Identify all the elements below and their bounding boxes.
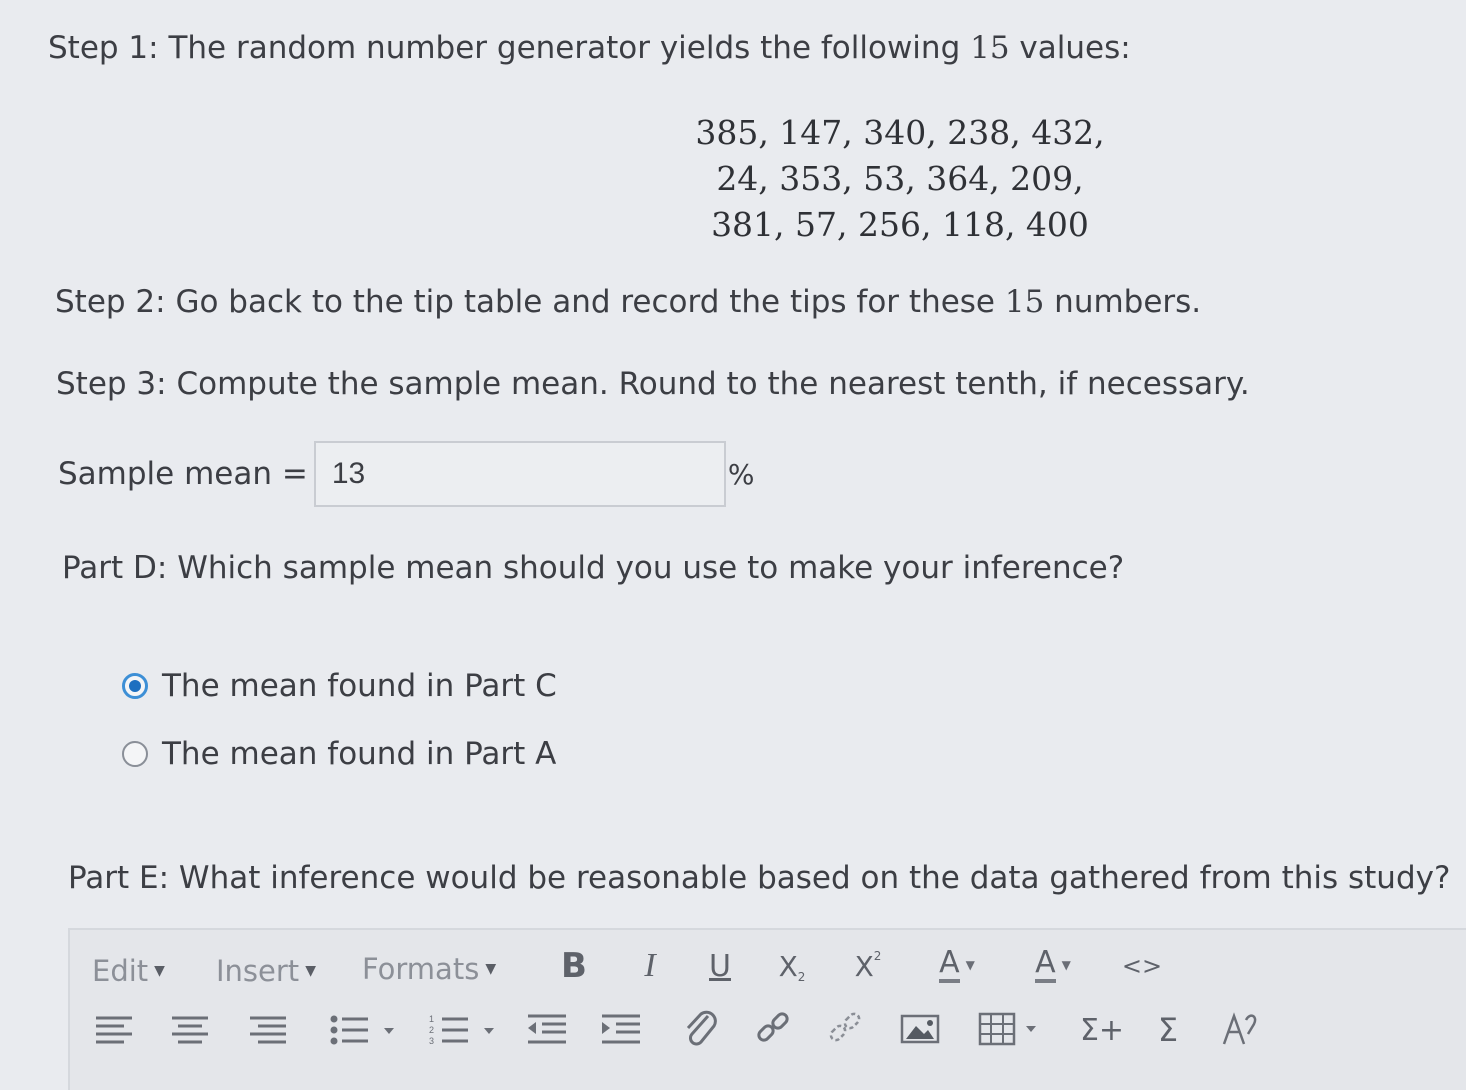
caret-down-icon: ▼: [965, 958, 975, 972]
step2-suffix: numbers.: [1044, 284, 1202, 320]
sample-mean-input[interactable]: [313, 441, 726, 507]
insert-menu[interactable]: Insert ▼: [216, 954, 316, 988]
caret-down-icon: ▼: [154, 963, 165, 979]
formats-menu[interactable]: Formats ▼: [362, 952, 496, 986]
radio-unselected-icon[interactable]: [122, 741, 148, 767]
outdent-icon[interactable]: [526, 1010, 568, 1050]
svg-text:3: 3: [429, 1036, 434, 1046]
insert-menu-label: Insert: [216, 954, 300, 988]
edit-menu[interactable]: Edit ▼: [92, 954, 165, 988]
edit-menu-label: Edit: [92, 954, 149, 988]
bold-button[interactable]: B: [554, 944, 594, 988]
equation-button[interactable]: Σ: [1148, 1008, 1188, 1052]
font-color-button[interactable]: A ▼: [922, 942, 992, 988]
step1-text: Step 1: The random number generator yiel…: [48, 30, 1131, 66]
formats-menu-label: Formats: [362, 952, 480, 986]
superscript-button[interactable]: X2: [846, 944, 890, 988]
unlink-icon[interactable]: [826, 1008, 866, 1052]
percent-unit: %: [727, 457, 755, 491]
svg-text:2: 2: [429, 1025, 434, 1035]
equation-plus-button[interactable]: Σ+: [1080, 1008, 1124, 1052]
sample-mean-label: Sample mean =: [58, 456, 308, 492]
radio-selected-icon[interactable]: [122, 673, 148, 699]
step2-text: Step 2: Go back to the tip table and rec…: [55, 284, 1201, 320]
caret-down-icon: ▼: [305, 963, 316, 979]
partE-question: Part E: What inference would be reasonab…: [68, 860, 1451, 896]
option-part-c[interactable]: The mean found in Part C: [122, 668, 557, 704]
underline-button[interactable]: U: [700, 944, 740, 988]
background-color-icon: A: [1035, 947, 1056, 983]
subscript-x: X: [778, 949, 798, 983]
subscript-button[interactable]: X2: [770, 944, 814, 988]
option-part-a-label: The mean found in Part A: [162, 736, 557, 772]
special-character-icon[interactable]: [1218, 1010, 1262, 1050]
attachment-icon[interactable]: [682, 1008, 722, 1052]
link-icon[interactable]: [754, 1008, 794, 1052]
step1-prefix: Step 1: The random number generator yiel…: [48, 30, 971, 66]
option-part-a[interactable]: The mean found in Part A: [122, 736, 556, 772]
values-line-2: 24, 353, 53, 364, 209,: [716, 159, 1084, 198]
step3-text: Step 3: Compute the sample mean. Round t…: [56, 366, 1250, 402]
italic-button[interactable]: I: [630, 944, 670, 988]
font-color-icon: A: [939, 947, 960, 983]
random-values: 385, 147, 340, 238, 432, 24, 353, 53, 36…: [690, 110, 1110, 248]
rich-text-editor: Edit ▼ Insert ▼ Formats ▼ B I U X2 X2 A ▼ A ▼…: [68, 928, 1466, 1090]
background-color-button[interactable]: A ▼: [1018, 942, 1088, 988]
align-right-icon[interactable]: [248, 1010, 288, 1050]
align-left-icon[interactable]: [94, 1010, 134, 1050]
align-center-icon[interactable]: [170, 1010, 210, 1050]
step2-count: 15: [1004, 284, 1045, 320]
numbered-list-icon[interactable]: 123: [428, 1010, 502, 1050]
image-icon[interactable]: [900, 1012, 940, 1046]
step2-prefix: Step 2: Go back to the tip table and rec…: [55, 284, 1005, 320]
superscript-2-icon: 2: [873, 949, 882, 963]
code-button[interactable]: <>: [1118, 944, 1166, 988]
caret-down-icon: ▼: [485, 961, 497, 977]
subscript-2-icon: 2: [797, 970, 806, 984]
values-line-3: 381, 57, 256, 118, 400: [711, 205, 1089, 244]
option-part-c-label: The mean found in Part C: [162, 668, 557, 704]
caret-down-icon: ▼: [1061, 958, 1071, 972]
superscript-x: X: [854, 949, 874, 983]
bullet-list-icon[interactable]: [328, 1010, 402, 1050]
step1-count: 15: [970, 30, 1010, 66]
values-line-1: 385, 147, 340, 238, 432,: [695, 113, 1105, 152]
sample-mean-row: Sample mean = %: [58, 441, 754, 507]
partD-question: Part D: Which sample mean should you use…: [62, 550, 1125, 586]
table-icon[interactable]: [978, 1010, 1042, 1050]
indent-icon[interactable]: [600, 1010, 642, 1050]
step1-suffix: values:: [1009, 30, 1131, 66]
svg-text:1: 1: [429, 1014, 434, 1024]
